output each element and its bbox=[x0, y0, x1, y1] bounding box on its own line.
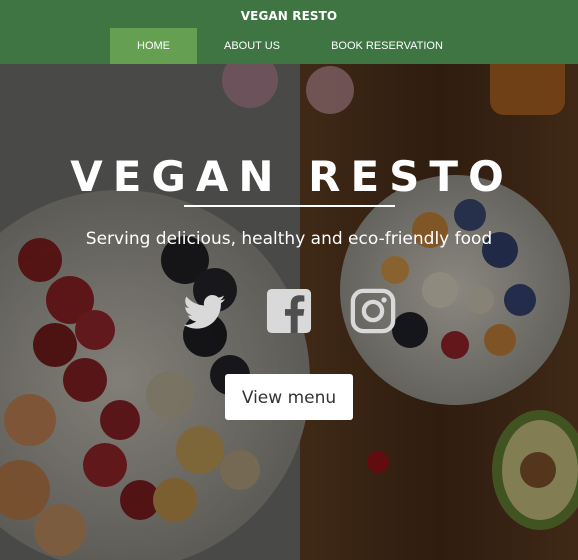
brand-logo-text[interactable]: VEGAN RESTO bbox=[0, 9, 578, 23]
social-links bbox=[0, 288, 578, 336]
navbar: VEGAN RESTO HOME ABOUT US BOOK RESERVATI… bbox=[0, 0, 578, 64]
nav-item-book-reservation[interactable]: BOOK RESERVATION bbox=[307, 28, 467, 64]
main-nav: HOME ABOUT US BOOK RESERVATION bbox=[110, 28, 467, 64]
facebook-icon[interactable] bbox=[266, 288, 312, 334]
hero-subtitle: Serving delicious, healthy and eco-frien… bbox=[85, 229, 493, 249]
instagram-icon[interactable] bbox=[350, 288, 396, 334]
background-dim-overlay bbox=[0, 0, 578, 560]
twitter-icon[interactable] bbox=[182, 288, 228, 334]
page: VEGAN RESTO HOME ABOUT US BOOK RESERVATI… bbox=[0, 0, 578, 560]
nav-item-home[interactable]: HOME bbox=[110, 28, 197, 64]
hero-background-image bbox=[0, 0, 578, 560]
nav-item-about-us[interactable]: ABOUT US bbox=[197, 28, 307, 64]
view-menu-button[interactable]: View menu bbox=[225, 374, 353, 420]
title-underline-divider bbox=[184, 205, 395, 207]
hero-title: VEGAN RESTO bbox=[70, 152, 514, 201]
